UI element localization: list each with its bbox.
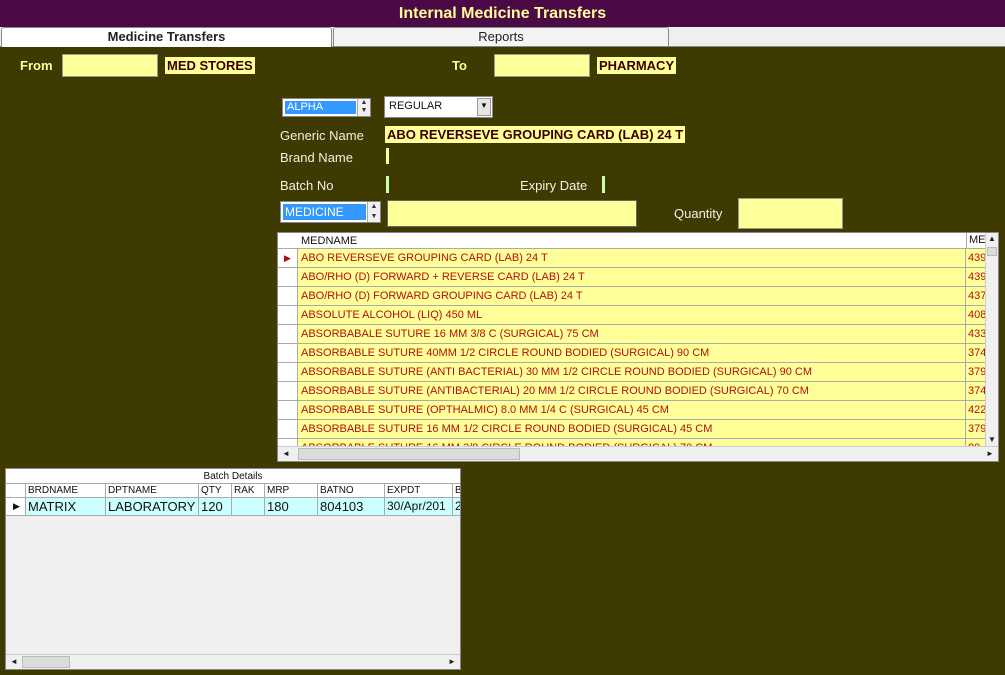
- to-store-value: PHARMACY: [597, 57, 677, 74]
- column-header-b[interactable]: B: [453, 484, 460, 498]
- medicine-search-input[interactable]: [387, 200, 637, 227]
- scroll-right-icon[interactable]: ►: [984, 448, 996, 460]
- scroll-thumb[interactable]: [298, 448, 520, 460]
- grid-horizontal-scrollbar[interactable]: ◄ ►: [278, 446, 998, 461]
- spin-arrows-icon[interactable]: ▲ ▼: [367, 202, 380, 222]
- brand-name-field[interactable]: [386, 148, 389, 164]
- table-cell-code[interactable]: 439: [966, 249, 986, 268]
- scroll-thumb[interactable]: [22, 656, 70, 668]
- row-selector[interactable]: [278, 382, 298, 401]
- app-window: Internal Medicine Transfers Medicine Tra…: [0, 0, 1005, 675]
- batch-details-grid[interactable]: Batch Details BRDNAME DPTNAME QTY RAK MR…: [5, 468, 461, 670]
- table-cell-code[interactable]: 379: [966, 420, 986, 439]
- generic-name-value: ABO REVERSEVE GROUPING CARD (LAB) 24 T: [385, 126, 686, 143]
- to-label: To: [452, 58, 467, 73]
- quantity-input[interactable]: [738, 198, 843, 229]
- table-cell-code[interactable]: 374: [966, 344, 986, 363]
- row-selector[interactable]: [278, 268, 298, 287]
- column-header-brdname[interactable]: BRDNAME: [26, 484, 106, 498]
- to-code-input[interactable]: [494, 54, 590, 77]
- table-cell-code[interactable]: 437: [966, 287, 986, 306]
- batch-cell-b[interactable]: 2: [453, 498, 460, 516]
- table-row[interactable]: ABSORBABLE SUTURE (ANTI BACTERIAL) 30 MM…: [298, 363, 966, 382]
- tab-medicine-transfers[interactable]: Medicine Transfers: [1, 27, 332, 47]
- row-selector[interactable]: [278, 363, 298, 382]
- table-cell-code[interactable]: 374: [966, 382, 986, 401]
- table-row[interactable]: ABSORBABLE SUTURE (ANTIBACTERIAL) 20 MM …: [298, 382, 966, 401]
- from-label: From: [20, 58, 53, 73]
- table-row[interactable]: ABSORBABLE SUTURE 16 MM 1/2 CIRCLE ROUND…: [298, 420, 966, 439]
- batch-cell-rak[interactable]: [232, 498, 265, 516]
- table-cell-code[interactable]: 433: [966, 325, 986, 344]
- column-header-qty[interactable]: QTY: [199, 484, 232, 498]
- scroll-left-icon[interactable]: ◄: [8, 656, 20, 668]
- column-header-expdt[interactable]: EXPDT: [385, 484, 453, 498]
- grid-header: MEDNAME ME: [278, 233, 998, 249]
- row-selector[interactable]: [278, 287, 298, 306]
- expiry-date-label: Expiry Date: [520, 178, 588, 193]
- scroll-left-icon[interactable]: ◄: [280, 448, 292, 460]
- medicine-grid[interactable]: MEDNAME ME ▶ ABO REVERSEVE GROUPING CARD …: [277, 232, 999, 462]
- batch-cell-mrp[interactable]: 180: [265, 498, 318, 516]
- table-row[interactable]: ABO/RHO (D) FORWARD GROUPING CARD (LAB) …: [298, 287, 966, 306]
- chevron-down-icon[interactable]: ▼: [477, 98, 491, 116]
- row-selector[interactable]: [278, 325, 298, 344]
- row-pointer-icon: ▶: [6, 498, 26, 516]
- table-cell-code[interactable]: 439: [966, 268, 986, 287]
- type-dropdown[interactable]: REGULAR ▼: [384, 96, 493, 118]
- column-header-dptname[interactable]: DPTNAME: [106, 484, 199, 498]
- column-header-medname[interactable]: MEDNAME: [301, 235, 357, 247]
- batch-cell-expdt[interactable]: 30/Apr/201: [385, 498, 453, 516]
- table-row[interactable]: ABO REVERSEVE GROUPING CARD (LAB) 24 T: [298, 249, 966, 268]
- column-header-mrp[interactable]: MRP: [265, 484, 318, 498]
- tab-reports[interactable]: Reports: [333, 27, 669, 47]
- column-header-rak[interactable]: RAK: [232, 484, 265, 498]
- scroll-down-icon[interactable]: ▼: [986, 434, 998, 446]
- table-row[interactable]: ABSOLUTE ALCOHOL (LIQ) 450 ML: [298, 306, 966, 325]
- tab-strip: Medicine Transfers Reports: [0, 27, 1005, 47]
- table-cell-code[interactable]: 408: [966, 306, 986, 325]
- batch-horizontal-scrollbar[interactable]: ◄ ►: [6, 654, 460, 669]
- scroll-thumb[interactable]: [987, 247, 997, 256]
- scroll-up-icon[interactable]: ▲: [986, 233, 998, 245]
- spin-arrows-icon[interactable]: ▲ ▼: [357, 99, 370, 116]
- from-code-input[interactable]: [62, 54, 158, 77]
- grid-vertical-scrollbar[interactable]: ▲ ▼: [985, 233, 998, 446]
- batch-no-label: Batch No: [280, 178, 334, 193]
- row-pointer-icon[interactable]: ▶: [278, 249, 298, 268]
- row-selector[interactable]: [278, 420, 298, 439]
- quantity-label: Quantity: [674, 206, 723, 221]
- batch-no-field[interactable]: [386, 176, 389, 193]
- expiry-date-field[interactable]: [602, 176, 605, 193]
- table-cell-code[interactable]: 379: [966, 363, 986, 382]
- column-header-me[interactable]: ME: [966, 233, 986, 249]
- table-row[interactable]: ABSORBABLE SUTURE 40MM 1/2 CIRCLE ROUND …: [298, 344, 966, 363]
- row-selector[interactable]: [278, 401, 298, 420]
- category-value: MEDICINE: [283, 204, 366, 220]
- batch-caption: Batch Details: [6, 469, 460, 484]
- batch-cell-batno[interactable]: 804103: [318, 498, 385, 516]
- batch-cell-qty[interactable]: 120: [199, 498, 232, 516]
- type-value: REGULAR: [389, 100, 443, 112]
- brand-name-label: Brand Name: [280, 150, 353, 165]
- row-selector[interactable]: [278, 344, 298, 363]
- generic-name-label: Generic Name: [280, 128, 364, 143]
- batch-row-header: [6, 484, 26, 498]
- table-row[interactable]: ABO/RHO (D) FORWARD + REVERSE CARD (LAB)…: [298, 268, 966, 287]
- table-cell-code[interactable]: 422: [966, 401, 986, 420]
- batch-cell-brdname[interactable]: MATRIX: [26, 498, 106, 516]
- from-store-value: MED STORES: [165, 57, 255, 74]
- window-title: Internal Medicine Transfers: [0, 0, 1005, 27]
- table-row[interactable]: ABSORBABLE SUTURE (OPTHALMIC) 8.0 MM 1/4…: [298, 401, 966, 420]
- batch-cell-dptname[interactable]: LABORATORY: [106, 498, 199, 516]
- column-header-batno[interactable]: BATNO: [318, 484, 385, 498]
- table-row[interactable]: ABSORBABALE SUTURE 16 MM 3/8 C (SURGICAL…: [298, 325, 966, 344]
- sort-value: ALPHA: [285, 101, 356, 114]
- scroll-right-icon[interactable]: ►: [446, 656, 458, 668]
- category-spinner[interactable]: MEDICINE ▲ ▼: [280, 201, 381, 223]
- sort-spinner[interactable]: ALPHA ▲ ▼: [282, 98, 371, 117]
- row-selector[interactable]: [278, 306, 298, 325]
